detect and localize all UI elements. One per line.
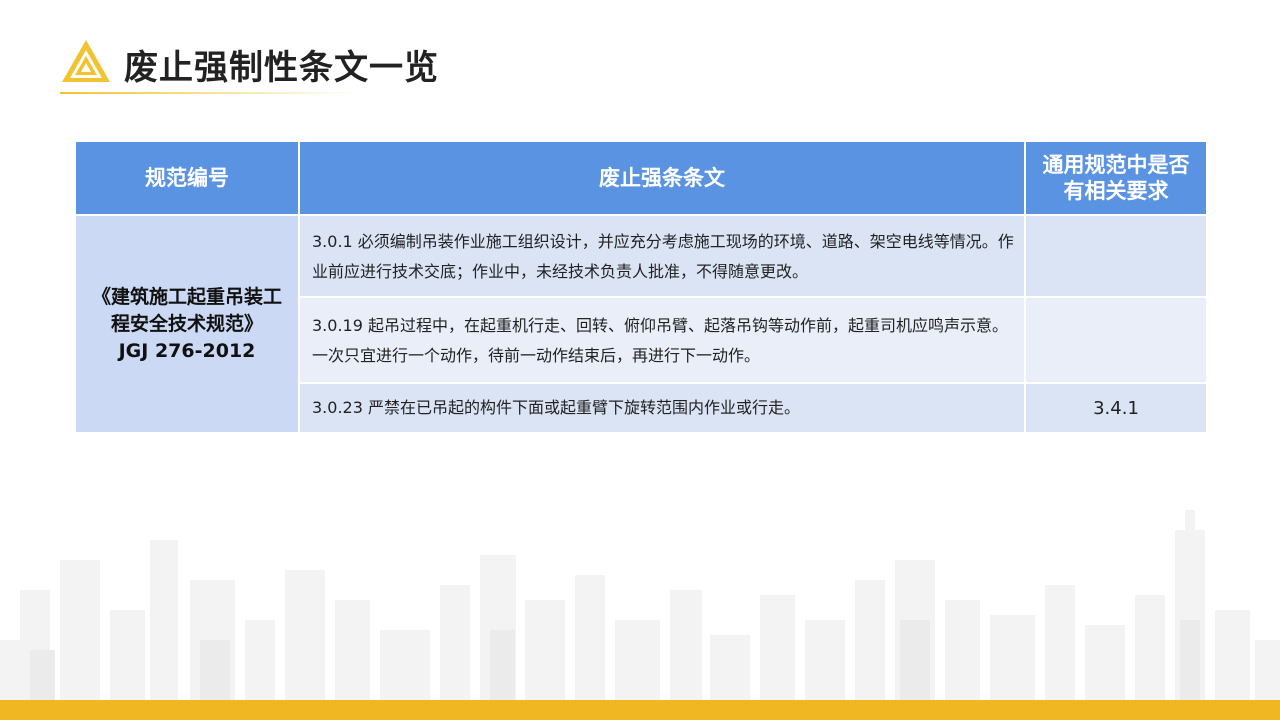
requirement-cell: [1024, 214, 1208, 298]
column-header-requirement-label: 通用规范中是否有相关要求: [1042, 153, 1190, 203]
clause-cell: 3.0.1 必须编制吊装作业施工组织设计，并应充分考虑施工现场的环境、道路、架空…: [298, 214, 1026, 298]
footer-bar: [0, 700, 1280, 720]
column-header-clause: 废止强条条文: [298, 140, 1026, 216]
abolished-clauses-table: 规范编号 废止强条条文 通用规范中是否有相关要求 《建筑施工起重吊装工程安全技术…: [74, 140, 1208, 434]
standard-name: 《建筑施工起重吊装工程安全技术规范》: [92, 285, 283, 335]
page-title: 废止强制性条文一览: [124, 48, 439, 88]
title-underline: [60, 92, 360, 94]
table-row: 《建筑施工起重吊装工程安全技术规范》 JGJ 276-2012 3.0.1 必须…: [74, 214, 1208, 434]
standard-code: JGJ 276-2012: [118, 339, 256, 362]
requirement-cell: 3.4.1: [1024, 382, 1208, 434]
standard-cell: 《建筑施工起重吊装工程安全技术规范》 JGJ 276-2012: [74, 214, 300, 434]
column-header-code: 规范编号: [74, 140, 300, 216]
clause-cell: 3.0.19 起吊过程中，在起重机行走、回转、俯仰吊臂、起落吊钩等动作前，起重司…: [298, 296, 1026, 384]
column-header-requirement: 通用规范中是否有相关要求: [1024, 140, 1208, 216]
table-header-row: 规范编号 废止强条条文 通用规范中是否有相关要求: [74, 140, 1208, 216]
clause-cell: 3.0.23 严禁在已吊起的构件下面或起重臂下旋转范围内作业或行走。: [298, 382, 1026, 434]
requirement-cell: [1024, 296, 1208, 384]
title-bar: 废止强制性条文一览: [60, 36, 438, 96]
triangle-logo-icon: [62, 40, 110, 82]
city-skyline-icon: [0, 510, 1280, 700]
